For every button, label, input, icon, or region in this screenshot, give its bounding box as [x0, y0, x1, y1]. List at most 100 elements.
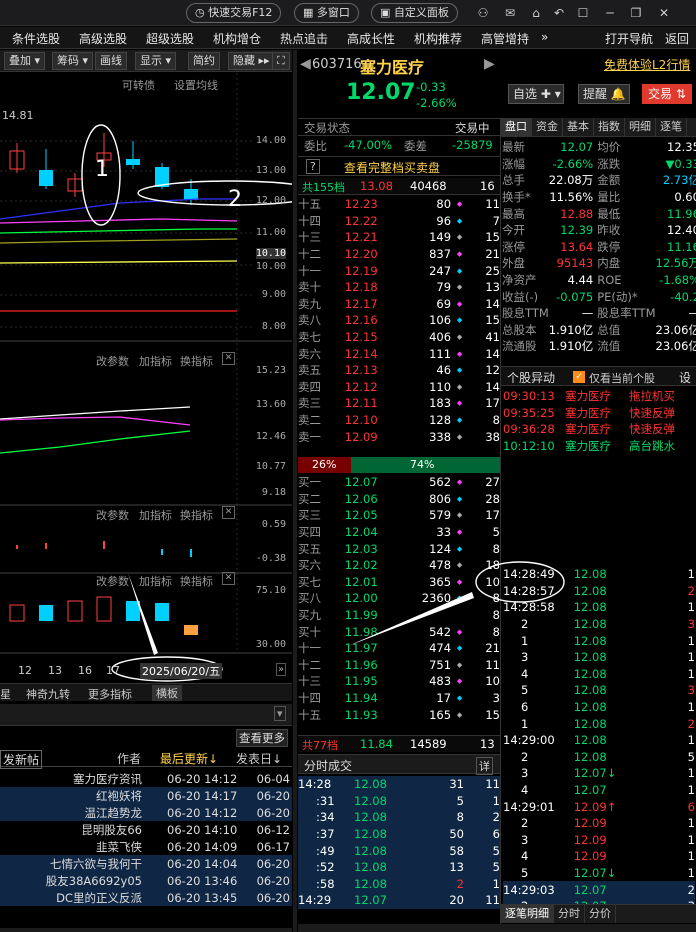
movers-settings[interactable]: 设 — [679, 369, 691, 386]
tab-intraday[interactable]: 分时 — [554, 905, 585, 923]
modify-params-link[interactable]: 改参数 — [96, 353, 129, 369]
menu-item[interactable]: 机构增仓 — [213, 30, 261, 47]
menu-item[interactable]: 条件选股 — [12, 30, 60, 47]
fullscreen-icon[interactable]: ⛶ — [272, 52, 290, 70]
next-stock-icon[interactable]: ▶ — [484, 56, 495, 72]
home-icon[interactable]: ⌂ — [528, 5, 544, 21]
tab-tick-detail[interactable]: 逐笔明细 — [501, 905, 554, 923]
ask-row[interactable]: 卖二 12.10 128 ◆ 8 — [298, 412, 500, 429]
menu-item[interactable]: 打开导航 — [605, 30, 653, 47]
mail-icon[interactable]: ✉ — [502, 5, 518, 21]
mover-row[interactable]: 09:30:13 塞力医疗 拖拉机买 — [503, 388, 695, 405]
l2-trial-link[interactable]: 免费体验L2行情 — [604, 56, 690, 73]
ask-row[interactable]: 卖十 12.18 79 ◆ 13 — [298, 279, 500, 296]
quick-trade-button[interactable]: ◷ 快速交易F12 — [186, 3, 282, 23]
tab-index[interactable]: 指数 — [594, 118, 625, 136]
close-icon[interactable]: ✕ — [222, 506, 235, 519]
close-icon[interactable]: ✕ — [656, 5, 672, 21]
posted-header[interactable]: 发表日↓ — [236, 750, 282, 767]
new-post-button[interactable]: 发新帖 — [0, 750, 43, 769]
trade-button[interactable]: 交易 ⇅ — [642, 84, 692, 104]
mover-row[interactable]: 09:36:28 塞力医疗 快速反弹 — [503, 421, 695, 438]
change-indicator-link[interactable]: 换指标 — [180, 353, 213, 369]
ask-row[interactable]: 十四 12.22 96 ◆ 7 — [298, 213, 500, 230]
bid-row[interactable]: 十三 11.95 483 ◆ 10 — [298, 673, 500, 690]
forum-row[interactable]: 韭菜飞侠 06-20 14:09 06-17 — [0, 838, 292, 855]
bid-row[interactable]: 买一 12.07 562 ◆ 27 — [298, 474, 500, 491]
view-full-book-row[interactable]: ? 查看完整档买卖盘 — [298, 156, 500, 176]
tab-more-indicators[interactable]: 更多指标 — [88, 686, 132, 702]
alert-button[interactable]: 提醒 🔔 — [578, 84, 630, 104]
change-indicator-link[interactable]: 换指标 — [180, 573, 213, 589]
forum-row[interactable]: 股友38A6692y05 06-20 13:46 06-20 — [0, 872, 292, 889]
add-indicator-link[interactable]: 加指标 — [139, 507, 172, 523]
chips-button[interactable]: 筹码 ▾ — [52, 52, 94, 70]
tab-basic[interactable]: 基本 — [563, 118, 594, 136]
menu-item[interactable]: 高级选股 — [79, 30, 127, 47]
bid-row[interactable]: 买二 12.06 806 ◆ 28 — [298, 491, 500, 508]
change-indicator-link[interactable]: 换指标 — [180, 507, 213, 523]
modify-params-link[interactable]: 改参数 — [96, 573, 129, 589]
mover-row[interactable]: 09:35:25 塞力医疗 快速反弹 — [503, 405, 695, 422]
menu-more[interactable]: » — [541, 30, 548, 44]
back-icon[interactable]: ↶ — [551, 5, 567, 21]
ask-row[interactable]: 卖四 12.12 110 ◆ 14 — [298, 379, 500, 396]
ask-row[interactable]: 卖三 12.11 183 ◆ 17 — [298, 395, 500, 412]
ticks-detail-button[interactable]: 详 — [476, 757, 493, 775]
author-header[interactable]: 作者 — [117, 750, 141, 767]
mover-row[interactable]: 10:12:10 塞力医疗 高台跳水 — [503, 438, 695, 455]
tab-star[interactable]: 星 — [0, 686, 11, 702]
forum-row[interactable]: 温江趋势龙 06-20 14:12 06-20 — [0, 804, 292, 821]
ask-row[interactable]: 卖五 12.13 46 ◆ 12 — [298, 362, 500, 379]
tab-horizontal[interactable]: 横板 — [152, 685, 182, 701]
bid-row[interactable]: 买五 12.03 124 ◆ 8 — [298, 540, 500, 557]
menu-item[interactable]: 返回 — [665, 30, 689, 47]
scroll-right-icon[interactable]: » — [276, 663, 287, 676]
menu-item[interactable]: 热点追击 — [280, 30, 328, 47]
menu-item[interactable]: 高成长性 — [347, 30, 395, 47]
forum-row[interactable]: DC里的正义反派 06-20 13:45 06-20 — [0, 889, 292, 906]
bid-row[interactable]: 买四 12.04 33 ◆ 5 — [298, 524, 500, 541]
prev-stock-icon[interactable]: ◀ — [300, 56, 311, 72]
tab-price-dist[interactable]: 分价 — [585, 905, 616, 923]
overlay-button[interactable]: 叠加 ▾ — [4, 52, 46, 70]
bid-row[interactable]: 十二 11.96 751 ◆ 11 — [298, 657, 500, 674]
ask-row[interactable]: 卖九 12.17 69 ◆ 14 — [298, 296, 500, 313]
tab-tick-by-tick[interactable]: 逐笔 — [656, 118, 687, 136]
multi-window-button[interactable]: ▦ 多窗口 — [294, 3, 359, 23]
collapse-icon[interactable]: ▾ — [274, 706, 286, 721]
view-more-button[interactable]: 查看更多 — [236, 729, 288, 747]
menu-item[interactable]: 机构推荐 — [414, 30, 462, 47]
user-icon[interactable]: ⚇ — [475, 5, 491, 21]
splitter[interactable] — [293, 50, 297, 932]
forum-row[interactable]: 昆明股友66 06-20 14:10 06-12 — [0, 821, 292, 838]
restore-icon[interactable]: ❐ — [628, 5, 644, 21]
custom-panel-button[interactable]: ▣ 自定义面板 — [371, 3, 458, 23]
movers-only-label[interactable]: 仅看当前个股 — [589, 370, 655, 386]
menu-item[interactable]: 超级选股 — [146, 30, 194, 47]
simple-button[interactable]: 简约 — [188, 52, 220, 70]
forum-row[interactable]: 七情六欲与我何干 06-20 14:04 06-20 — [0, 855, 292, 872]
add-favorite-button[interactable]: 自选 ✚ ▾ — [508, 84, 564, 104]
draw-button[interactable]: 画线 — [95, 52, 127, 70]
forum-row[interactable]: 塞力医疗资讯 06-20 14:12 06-04 — [0, 770, 292, 787]
tab-detail[interactable]: 明细 — [625, 118, 656, 136]
hide-button[interactable]: 隐藏 ▸▸ — [228, 52, 275, 70]
close-icon[interactable]: ✕ — [222, 352, 235, 365]
help-icon[interactable]: ? — [306, 159, 320, 174]
menu-item[interactable]: 高管增持 — [481, 30, 529, 47]
forum-row[interactable]: 红袍妖将 06-20 14:17 06-20 — [0, 787, 292, 804]
modify-params-link[interactable]: 改参数 — [96, 507, 129, 523]
tab-nine-turn[interactable]: 神奇九转 — [26, 686, 70, 702]
kline-chart[interactable]: 可转债 设置均线 14.81 1 2 14.00 13.00 12.00 11.… — [0, 73, 292, 683]
ask-row[interactable]: 卖七 12.15 406 ◆ 41 — [298, 329, 500, 346]
close-icon[interactable]: ✕ — [222, 572, 235, 585]
ask-row[interactable]: 卖六 12.14 111 ◆ 14 — [298, 345, 500, 362]
ask-row[interactable]: 十三 12.21 149 ◆ 15 — [298, 229, 500, 246]
ask-row[interactable]: 十一 12.19 247 ◆ 25 — [298, 262, 500, 279]
ask-row[interactable]: 卖一 12.09 338 ◆ 38 — [298, 428, 500, 445]
checkbox-icon[interactable]: ✓ — [573, 371, 585, 383]
tab-funds[interactable]: 资金 — [532, 118, 563, 136]
bid-row[interactable]: 十四 11.94 17 ◆ 3 — [298, 690, 500, 707]
add-indicator-link[interactable]: 加指标 — [139, 573, 172, 589]
